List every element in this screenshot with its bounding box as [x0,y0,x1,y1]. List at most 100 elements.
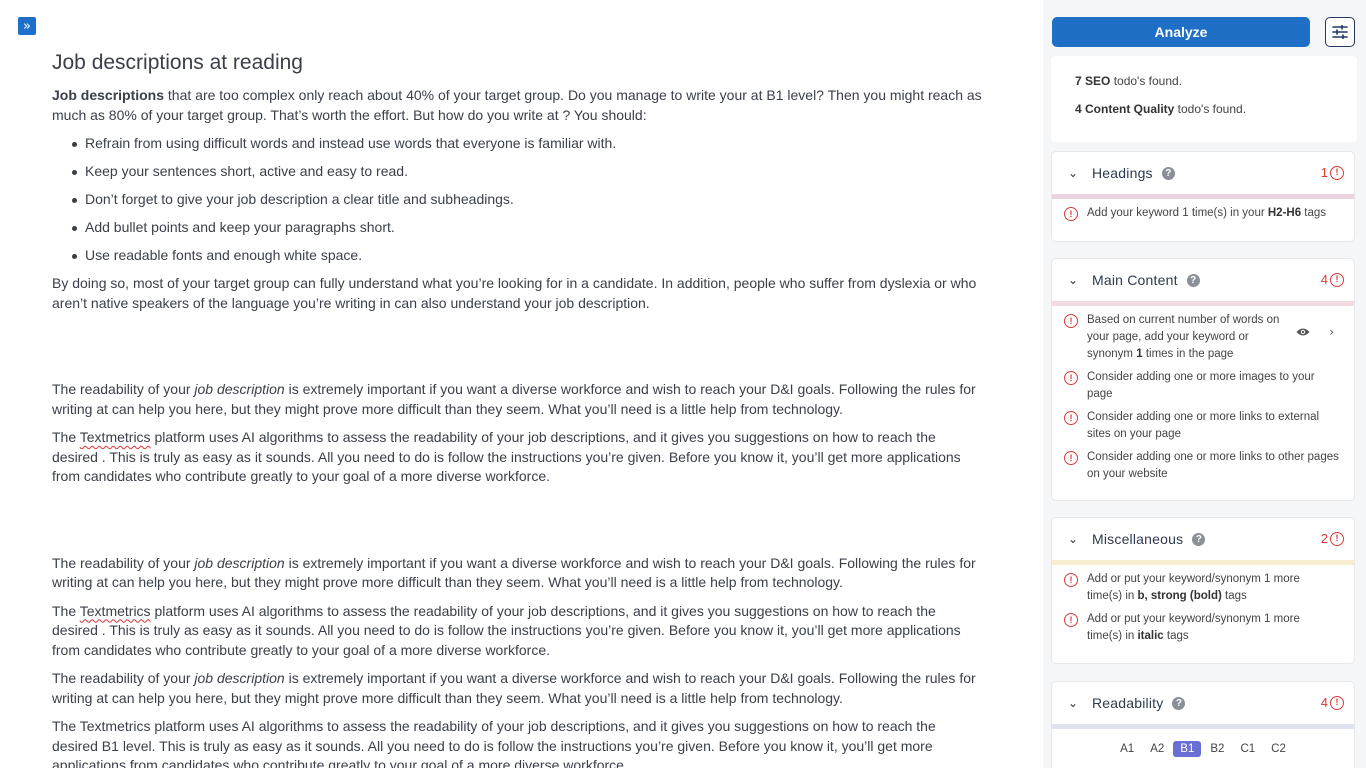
miscellaneous-title: Miscellaneous [1092,531,1184,547]
main-content-title: Main Content [1092,272,1178,288]
headings-title: Headings [1092,165,1153,181]
readability-paragraph[interactable]: The readability of your job description … [52,554,984,593]
issue-count: 4 [1320,695,1328,710]
italic-span: job description [194,670,285,686]
issue-text: Consider adding one or more images to yo… [1087,371,1315,400]
reading-level-selector: A1 A2 B1 B2 C1 C2 [1052,729,1354,757]
eye-icon[interactable] [1296,327,1310,337]
main-content-card: ⌄ Main Content ? 4! ! Based on current n… [1051,258,1355,501]
issue-count-badge: 1! [1321,165,1344,180]
alert-icon: ! [1064,451,1078,465]
issue-text: Add your keyword 1 time(s) in your H2-H6… [1087,205,1344,222]
issue-count-badge: 2! [1321,531,1344,546]
chevron-down-icon[interactable]: ⌄ [1068,532,1084,546]
text-span: The [52,602,80,619]
level-c2[interactable]: C2 [1264,741,1293,757]
alert-icon: ! [1064,613,1078,627]
main-content-header[interactable]: ⌄ Main Content ? 4! [1052,259,1354,301]
level-c1[interactable]: C1 [1233,741,1262,757]
spelling-flag[interactable]: Textmetrics [80,429,151,445]
issue-count-badge: 4! [1321,695,1344,710]
document-editor[interactable]: Job descriptions at reading Job descript… [52,48,984,768]
chevron-right-icon[interactable]: › [1329,324,1334,341]
seo-count-bold: 7 SEO [1075,74,1111,88]
bold-span: H2-H6 [1267,207,1302,219]
textmetrics-paragraph[interactable]: The Textmetrics platform uses AI algorit… [52,717,984,768]
headings-header[interactable]: ⌄ Headings ? 1! [1052,152,1354,194]
issue-item: ! Consider adding one or more links to e… [1064,409,1344,443]
bold-span: b, strong (bold) [1137,590,1222,602]
text-span: platform uses AI algorithms to assess th… [52,602,961,658]
cq-count-bold: 4 Content Quality [1075,102,1175,116]
bold-span: italic [1137,630,1164,642]
italic-span: job description [194,381,285,397]
issue-item: ! Consider adding one or more images to … [1064,369,1344,403]
text-span: tags [1301,207,1327,219]
textmetrics-paragraph[interactable]: The Textmetrics platform uses AI algorit… [52,602,984,661]
issue-list: ! Based on current number of words on yo… [1052,306,1354,495]
miscellaneous-header[interactable]: ⌄ Miscellaneous ? 2! [1052,518,1354,560]
readability-header[interactable]: ⌄ Readability ? 4! [1052,682,1354,724]
level-b1[interactable]: B1 [1173,741,1202,757]
document-title[interactable]: Job descriptions at reading [52,50,984,76]
list-item[interactable]: Use readable fonts and enough white spac… [52,246,984,266]
alert-icon: ! [1064,207,1078,221]
issue-text: Consider adding one or more links to oth… [1087,451,1339,480]
text-span: The readability of your [52,670,195,686]
dyslexia-paragraph[interactable]: By doing so, most of your target group c… [52,274,984,313]
tips-list[interactable]: Refrain from using difficult words and i… [52,134,984,266]
alert-icon: ! [1330,695,1344,710]
text-span: The readability of your [52,381,195,397]
intro-paragraph[interactable]: Job descriptions that are too complex on… [52,86,984,125]
expand-sidebar-icon[interactable]: » [18,17,36,35]
alert-icon: ! [1330,272,1344,287]
settings-sliders-icon[interactable] [1325,17,1355,47]
list-item[interactable]: Refrain from using difficult words and i… [52,134,984,154]
intro-bold: Job descriptions [52,87,165,103]
seo-count-text: todo's found. [1110,74,1183,88]
alert-icon: ! [1064,371,1078,385]
todo-summary: 7 SEO todo's found. 4 Content Quality to… [1051,56,1357,142]
headings-card: ⌄ Headings ? 1! ! Add your keyword 1 tim… [1051,151,1355,242]
level-a2[interactable]: A2 [1143,741,1171,757]
text-span: tags [1221,590,1247,602]
list-item[interactable]: Keep your sentences short, active and ea… [52,162,984,182]
alert-icon: ! [1064,314,1078,328]
textmetrics-paragraph[interactable]: The Textmetrics platform uses AI algorit… [52,428,984,487]
content-quality-todo-count: 4 Content Quality todo's found. [1075,102,1357,116]
seo-todo-count: 7 SEO todo's found. [1075,74,1357,88]
issue-text: Add or put your keyword/synonym 1 more t… [1087,571,1317,605]
text-span: platform uses AI algorithms to assess th… [52,429,961,484]
list-item[interactable]: Don’t forget to give your job descriptio… [52,190,984,210]
spelling-flag[interactable]: Textmetrics [80,603,151,619]
issue-item: ! Add or put your keyword/synonym 1 more… [1064,571,1344,605]
issue-count: 2 [1320,531,1328,546]
level-a1[interactable]: A1 [1113,741,1141,757]
readability-paragraph[interactable]: The readability of your job description … [52,669,984,708]
text-span: times in the page [1142,348,1234,360]
chevron-down-icon[interactable]: ⌄ [1068,166,1084,180]
issue-item[interactable]: ! Based on current number of words on yo… [1064,312,1344,363]
issue-count: 4 [1320,272,1328,287]
issue-item: ! Add or put your keyword/synonym 1 more… [1064,611,1344,645]
miscellaneous-card: ⌄ Miscellaneous ? 2! ! Add or put your k… [1051,517,1355,664]
list-item[interactable]: Add bullet points and keep your paragrap… [52,218,984,238]
help-icon[interactable]: ? [1172,696,1186,710]
readability-paragraph[interactable]: The readability of your job description … [52,380,984,419]
issue-item: ! Consider adding one or more links to o… [1064,449,1344,483]
issue-text: Add or put your keyword/synonym 1 more t… [1087,611,1317,645]
issue-text: Based on current number of words on your… [1087,312,1292,363]
alert-icon: ! [1064,573,1078,587]
analyze-button[interactable]: Analyze [1052,17,1310,47]
chevron-down-icon[interactable]: ⌄ [1068,273,1084,287]
help-icon[interactable]: ? [1186,273,1200,287]
alert-icon: ! [1330,165,1344,180]
level-b2[interactable]: B2 [1203,741,1231,757]
alert-icon: ! [1064,411,1078,425]
text-span: Add or put your keyword/synonym 1 more t… [1087,613,1300,642]
italic-span: job description [194,554,285,571]
chevron-down-icon[interactable]: ⌄ [1068,696,1084,710]
help-icon[interactable]: ? [1192,532,1206,546]
help-icon[interactable]: ? [1161,166,1175,180]
cq-count-text: todo's found. [1174,102,1247,116]
